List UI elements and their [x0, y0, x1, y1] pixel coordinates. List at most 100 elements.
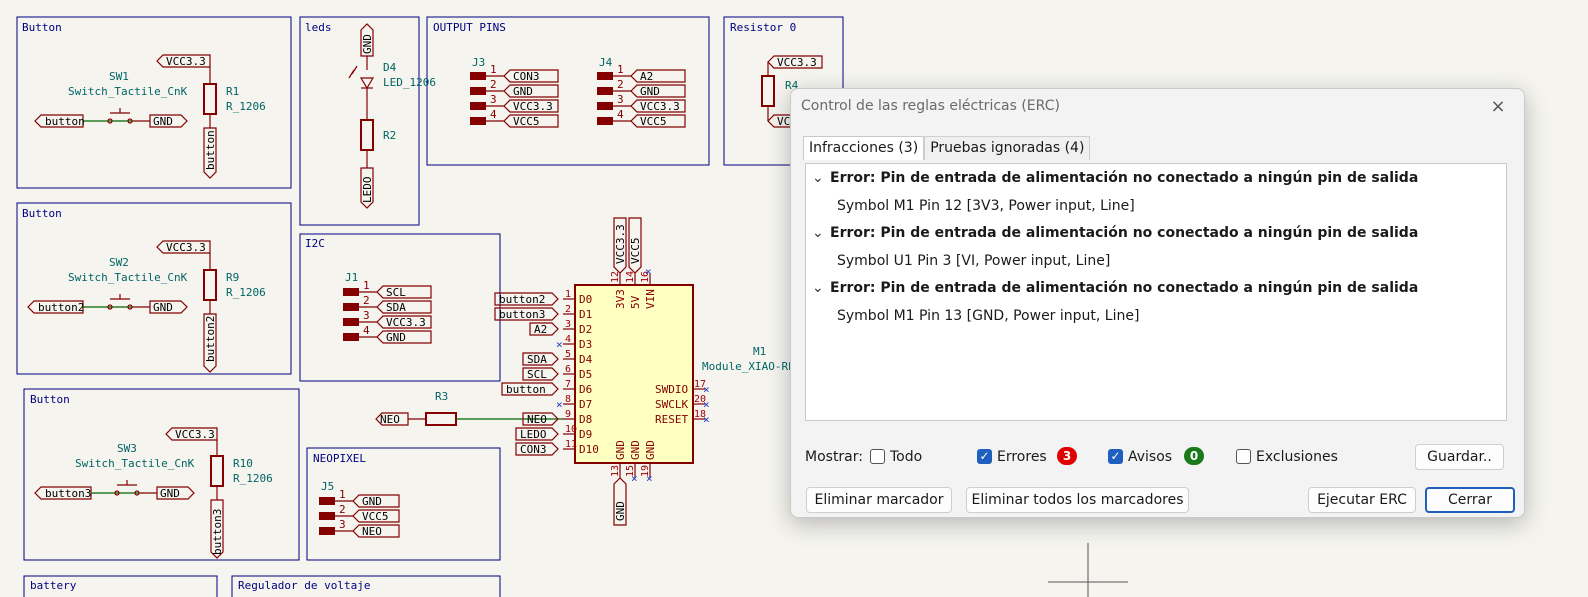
- sheet-title-button-1: Button: [22, 21, 62, 34]
- close-button[interactable]: Cerrar: [1425, 487, 1515, 513]
- m1-net-label: button: [506, 383, 546, 396]
- connector-pad: [343, 318, 359, 326]
- m1-left-pin-number: 8: [565, 394, 571, 405]
- connector-pad: [343, 333, 359, 341]
- sw1-vcc-label: VCC3.3: [166, 55, 206, 68]
- filter-errors-label: Errores: [997, 449, 1047, 465]
- r10-value: R_1206: [233, 472, 273, 485]
- filter-warnings-label: Avisos: [1128, 449, 1173, 465]
- sheet-title-button-3: Button: [30, 393, 70, 406]
- m1-value: Module_XIAO-RP: [702, 360, 795, 373]
- save-button[interactable]: Guardar..: [1415, 444, 1504, 470]
- r9-value: R_1206: [226, 286, 266, 299]
- m1-net-label: button3: [499, 308, 545, 321]
- chevron-down-icon[interactable]: ⌄: [812, 170, 830, 186]
- m1-left-pin-number: 3: [565, 319, 571, 330]
- crosshair-cursor-icon: [1048, 543, 1128, 597]
- m1-left-pin-name: D7: [579, 398, 592, 411]
- m1-left-pin-number: 7: [565, 379, 571, 390]
- violation-detail[interactable]: Symbol M1 Pin 12 [3V3, Power input, Line…: [837, 198, 1135, 220]
- close-icon[interactable]: ×: [1486, 95, 1510, 119]
- m1-left-pin-number: 2: [565, 304, 571, 315]
- sw1-ref: SW1: [109, 70, 129, 83]
- sw3-net-label: button3: [45, 487, 91, 500]
- violation-detail[interactable]: Symbol U1 Pin 3 [VI, Power input, Line]: [837, 253, 1110, 275]
- sw3-vcc-label: VCC3.3: [175, 428, 215, 441]
- m1-net-label: SCL: [527, 368, 547, 381]
- net-label: GND: [362, 495, 382, 508]
- r10-ref: R10: [233, 457, 253, 470]
- connector-pin-number: 4: [617, 108, 624, 121]
- net-label: VCC5: [513, 115, 540, 128]
- tab-bar: Infracciones (3) Pruebas ignoradas (4): [803, 136, 1091, 160]
- tab-violations[interactable]: Infracciones (3): [803, 136, 925, 160]
- m1-left-pin-name: D2: [579, 323, 592, 336]
- r1-ref: R1: [226, 85, 239, 98]
- connector-pad: [597, 117, 613, 125]
- net-label: VCC5: [640, 115, 667, 128]
- net-label: CON3: [513, 70, 540, 83]
- j4-ref: J4: [599, 56, 613, 69]
- sw3-ref: SW3: [117, 442, 137, 455]
- m1-left-pin-name: D0: [579, 293, 592, 306]
- m1-right-pin-name: SWCLK: [655, 398, 688, 411]
- j5-ref: J5: [321, 480, 334, 493]
- j3-ref: J3: [472, 56, 485, 69]
- connector-pin-number: 3: [363, 309, 370, 322]
- connector-pad: [597, 102, 613, 110]
- m1-bottom-pin-name: GND: [644, 440, 657, 460]
- filter-exclusions-checkbox[interactable]: [1236, 449, 1251, 464]
- violation-header[interactable]: ⌄ Error: Pin de entrada de alimentación n…: [812, 225, 1418, 247]
- m1-top-pin-name: 3V3: [614, 289, 627, 309]
- net-label: VCC5: [362, 510, 389, 523]
- filter-all-checkbox[interactable]: [870, 449, 885, 464]
- tab-ignored-tests[interactable]: Pruebas ignoradas (4): [924, 136, 1091, 160]
- filter-warnings-checkbox[interactable]: ✓: [1108, 449, 1123, 464]
- sheet-title-battery: battery: [30, 579, 77, 592]
- warnings-count-badge: 0: [1184, 447, 1204, 465]
- m1-left-pin-name: D1: [579, 308, 592, 321]
- violation-header[interactable]: ⌄ Error: Pin de entrada de alimentación n…: [812, 280, 1418, 302]
- m1-top-net-label: VCC3.3: [614, 224, 627, 264]
- violation-detail[interactable]: Symbol M1 Pin 13 [GND, Power input, Line…: [837, 308, 1139, 330]
- sw3-gnd-label: GND: [160, 487, 180, 500]
- violation-error-text: Error: Pin de entrada de alimentación no…: [830, 280, 1419, 296]
- show-label: Mostrar:: [805, 449, 863, 465]
- connector-pad: [319, 527, 335, 535]
- filter-errors-checkbox[interactable]: ✓: [977, 449, 992, 464]
- violation-header[interactable]: ⌄ Error: Pin de entrada de alimentación n…: [812, 170, 1418, 192]
- sheet-title-i2c: I2C: [305, 237, 325, 250]
- no-connect-icon: ×: [703, 413, 710, 426]
- sw2-vcc-label: VCC3.3: [166, 241, 206, 254]
- violations-list[interactable]: ⌄ Error: Pin de entrada de alimentación n…: [805, 163, 1507, 421]
- net-label: GND: [386, 331, 406, 344]
- m1-body: [574, 284, 694, 464]
- sw3-value: Switch_Tactile_CnK: [75, 457, 195, 470]
- r9-ref: R9: [226, 271, 239, 284]
- run-erc-button[interactable]: Ejecutar ERC: [1308, 487, 1416, 513]
- chevron-down-icon[interactable]: ⌄: [812, 225, 830, 241]
- m1-bottom-net-label: GND: [614, 501, 627, 521]
- sw1-value: Switch_Tactile_CnK: [68, 85, 188, 98]
- connector-pad: [597, 87, 613, 95]
- chevron-down-icon[interactable]: ⌄: [812, 280, 830, 296]
- filter-exclusions-label: Exclusiones: [1256, 449, 1338, 465]
- r3-net-label: NEO: [380, 413, 400, 426]
- connector-pad: [470, 87, 486, 95]
- connector-pad: [597, 72, 613, 80]
- m1-left-pin-number: 11: [565, 439, 577, 450]
- remove-marker-button[interactable]: Eliminar marcador: [806, 487, 952, 513]
- m1-bottom-pin-name: GND: [629, 440, 642, 460]
- erc-dialog: Control de las reglas eléctricas (ERC) ×…: [790, 88, 1525, 518]
- connector-pad: [343, 288, 359, 296]
- r3-ref: R3: [435, 390, 448, 403]
- sw2-ref: SW2: [109, 256, 129, 269]
- remove-all-markers-button[interactable]: Eliminar todos los marcadores: [966, 487, 1189, 513]
- connector-pin-number: 1: [363, 279, 370, 292]
- sw1-gnd-label: GND: [153, 115, 173, 128]
- j5-connector: 1 GND 2 VCC5 3 NEO: [319, 488, 400, 538]
- net-label: SCL: [386, 286, 406, 299]
- r4-net-label: VC: [777, 115, 790, 128]
- m1-net-label: CON3: [520, 443, 547, 456]
- violation-error-text: Error: Pin de entrada de alimentación no…: [830, 225, 1419, 241]
